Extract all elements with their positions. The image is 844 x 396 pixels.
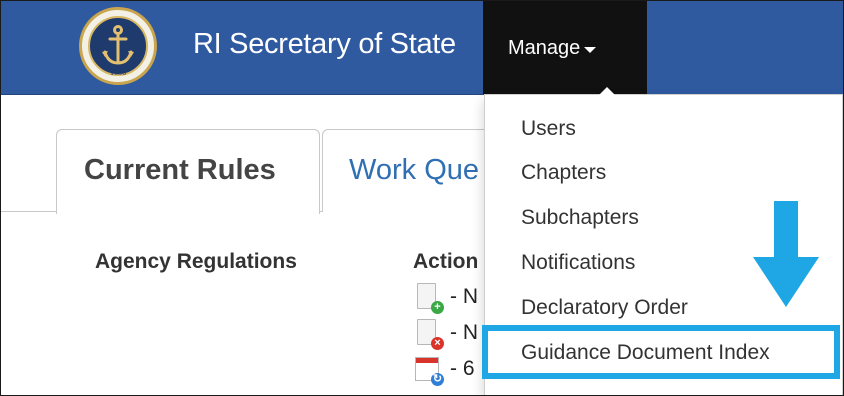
action-text: - N [450,285,478,308]
action-text: - N [450,321,478,344]
app-frame: 1636 RI Secretary of State Manage Curren… [0,0,844,396]
arrow-down-icon [753,201,819,307]
plus-badge-icon: + [431,301,444,314]
menu-item-declaratory-order[interactable]: Declaratory Order [521,296,688,320]
caret-down-icon [584,47,596,53]
active-tab-gap [57,211,318,213]
tab-label: Current Rules [84,154,276,186]
refresh-badge-icon: ↻ [431,373,444,386]
manage-menu-button[interactable]: Manage [483,1,647,94]
anchor-icon [102,25,134,65]
guidance-highlight-box [482,325,840,379]
tab-label: Work Que [349,154,480,186]
action-row[interactable]: × - N [413,319,493,355]
top-navbar: 1636 RI Secretary of State Manage [1,1,843,95]
menu-item-notifications[interactable]: Notifications [521,251,635,275]
dropdown-notch [599,87,615,95]
seal-year: 1636 [110,68,126,77]
menu-item-subchapters[interactable]: Subchapters [521,206,639,230]
agency-regulations-heading: Agency Regulations [95,250,297,273]
tab-current-rules[interactable]: Current Rules [56,129,320,214]
state-seal-logo[interactable]: 1636 [79,7,157,85]
action-text: - 6 [450,357,475,380]
actions-heading: Action [413,250,479,273]
action-row[interactable]: + - N [413,283,493,319]
manage-label: Manage [508,37,581,59]
action-row[interactable]: ↻ - 6 [413,355,493,391]
x-badge-icon: × [431,337,444,350]
brand-title[interactable]: RI Secretary of State [193,28,456,61]
menu-item-chapters[interactable]: Chapters [521,161,606,185]
menu-item-users[interactable]: Users [521,117,576,141]
seal-inner [88,16,148,76]
